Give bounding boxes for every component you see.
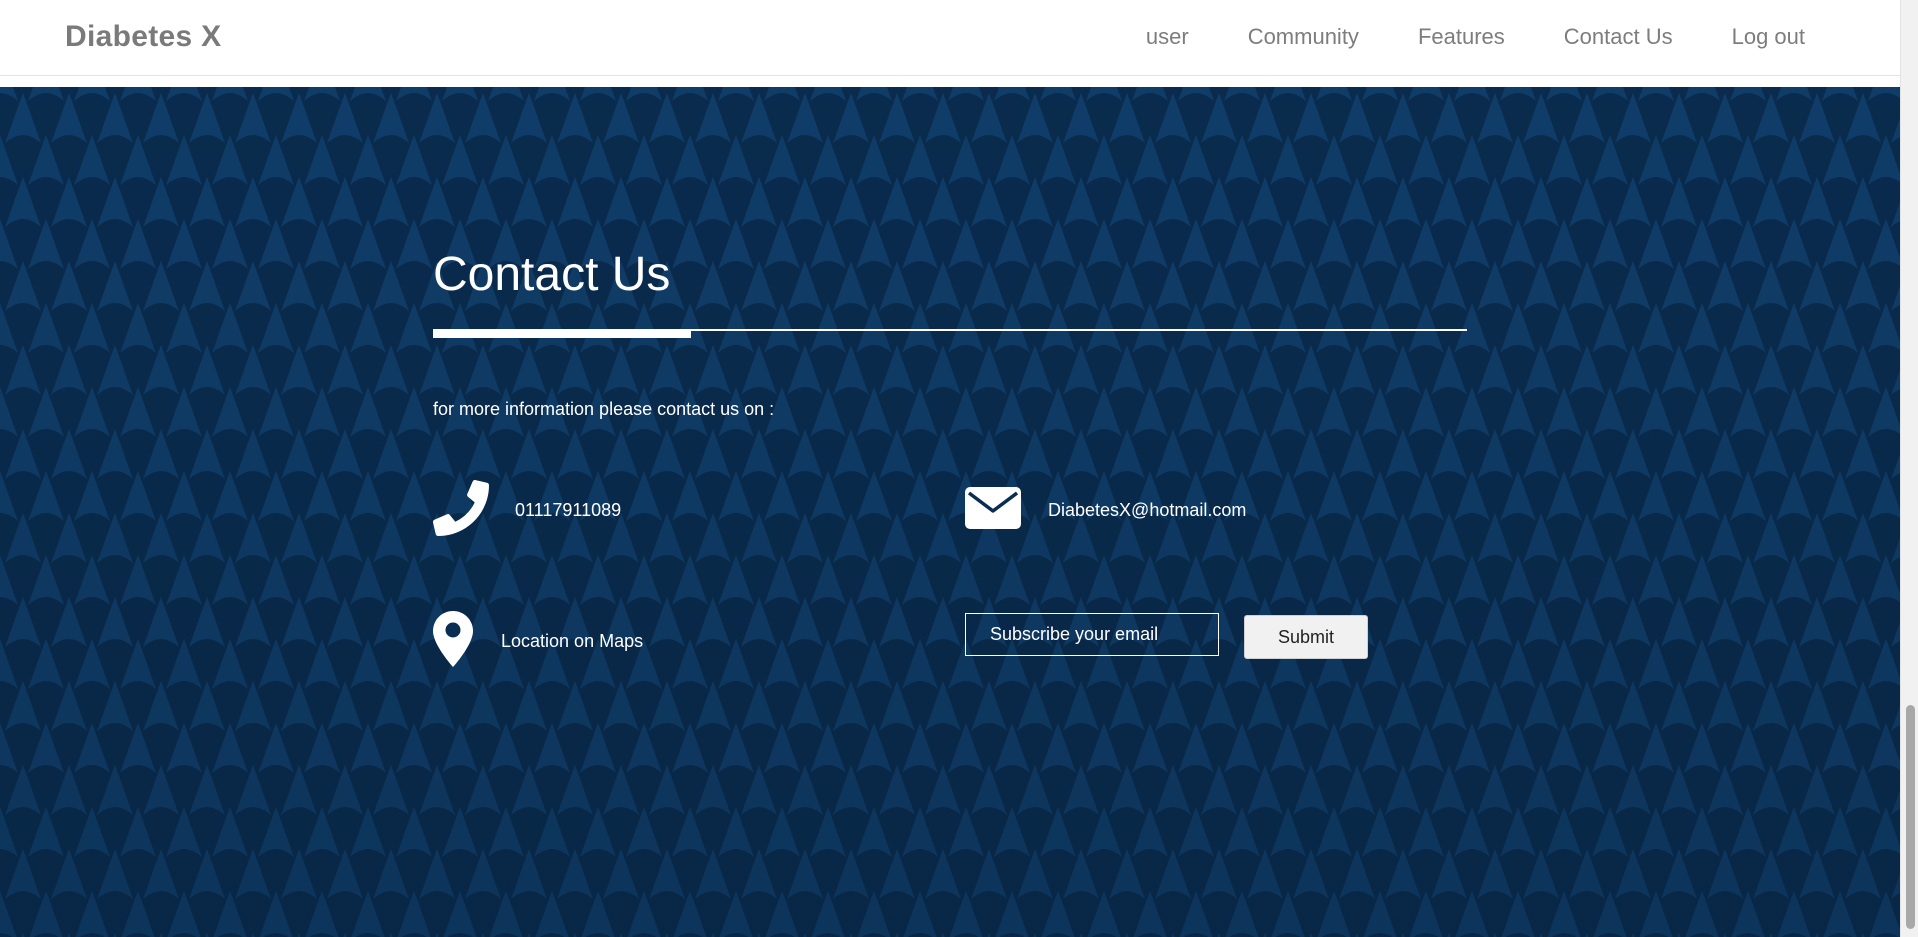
brand-logo[interactable]: Diabetes X [65, 20, 221, 54]
nav-links: user Community Features Contact Us Log o… [1087, 24, 1805, 50]
nav-item-contact-us[interactable]: Contact Us [1564, 24, 1673, 50]
location-label: Location on Maps [501, 631, 644, 651]
location-link[interactable]: Location on Maps [433, 611, 643, 672]
nav-item-community[interactable]: Community [1248, 24, 1359, 50]
map-marker-icon [433, 611, 473, 672]
contact-section: Contact Us for more information please c… [0, 87, 1900, 937]
nav-item-user[interactable]: user [1146, 24, 1189, 50]
title-divider-accent [433, 330, 691, 338]
envelope-icon [965, 487, 1021, 534]
phone-number: 01117911089 [515, 500, 622, 520]
scrollbar-thumb[interactable] [1906, 705, 1915, 929]
subscribe-email-input[interactable] [965, 613, 1219, 656]
contact-content: Contact Us for more information please c… [433, 87, 1467, 937]
scrollbar[interactable] [1900, 0, 1918, 937]
submit-button[interactable]: Submit [1244, 615, 1368, 659]
email-contact[interactable]: DiabetesX@hotmail.com [965, 487, 1246, 534]
phone-icon [433, 480, 489, 541]
nav-item-log-out[interactable]: Log out [1732, 24, 1805, 50]
phone-contact[interactable]: 01117911089 [433, 480, 621, 541]
email-address: DiabetesX@hotmail.com [1048, 500, 1247, 520]
page: Diabetes X user Community Features Conta… [0, 0, 1918, 937]
nav-item-features[interactable]: Features [1418, 24, 1505, 50]
contact-intro-text: for more information please contact us o… [433, 399, 775, 419]
navbar: Diabetes X user Community Features Conta… [0, 0, 1900, 76]
contact-title: Contact Us [433, 248, 671, 301]
